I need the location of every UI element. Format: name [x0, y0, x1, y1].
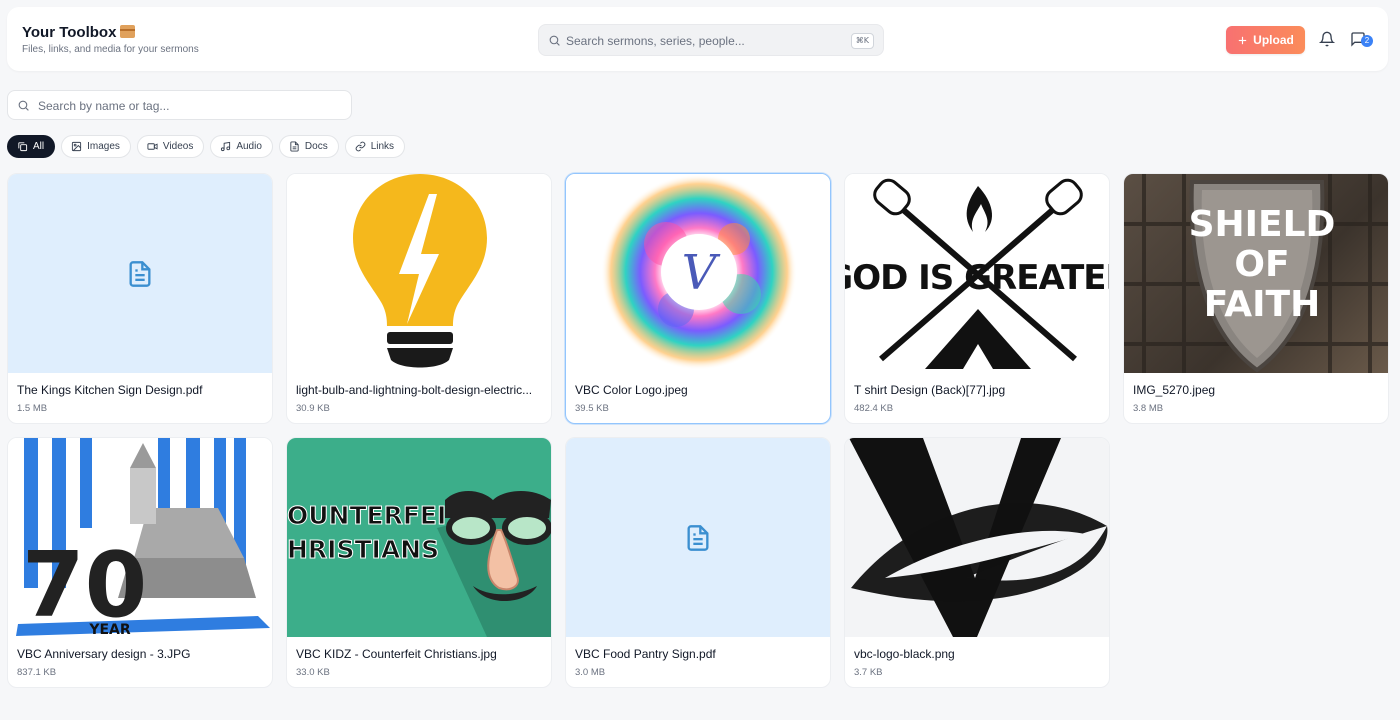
- file-text-icon: [290, 141, 299, 152]
- file-size: 33.0 KB: [296, 667, 330, 678]
- file-name: light-bulb-and-lightning-bolt-design-ele…: [296, 383, 533, 397]
- messages-count-badge: 2: [1361, 35, 1373, 47]
- file-thumbnail: V: [566, 174, 830, 373]
- file-name: T shirt Design (Back)[77].jpg: [854, 383, 1006, 397]
- file-thumbnail: [566, 438, 830, 637]
- file-size: 39.5 KB: [575, 403, 609, 414]
- file-card[interactable]: 70 YEAR VBC Anniversary design - 3.JPG 8…: [7, 437, 273, 688]
- file-card[interactable]: OUNTERFEIT HRISTIANS VBC KIDZ - Counterf…: [286, 437, 552, 688]
- page-title: Your Toolbox: [22, 24, 136, 41]
- file-card[interactable]: SHIELD OF FAITH IMG_5270.jpeg 3.8 MB: [1123, 173, 1389, 424]
- file-size: 3.0 MB: [575, 667, 606, 678]
- filter-images[interactable]: Images: [61, 135, 131, 158]
- file-thumbnail: GOD IS GREATER: [845, 174, 1109, 373]
- top-header: Your Toolbox Files, links, and media for…: [7, 7, 1388, 71]
- file-text-icon: [687, 524, 709, 551]
- shield-of-faith-image: SHIELD OF FAITH: [1124, 174, 1388, 373]
- file-thumbnail: 70 YEAR: [8, 438, 272, 637]
- library-search-input[interactable]: Search by name or tag...: [7, 90, 352, 120]
- file-name: The Kings Kitchen Sign Design.pdf: [17, 383, 203, 397]
- file-name: VBC Food Pantry Sign.pdf: [575, 647, 716, 661]
- thumb-caption: HRISTIANS: [287, 535, 439, 564]
- link-icon: [355, 141, 365, 152]
- lightbulb-image: [353, 174, 487, 368]
- search-icon: [549, 35, 560, 46]
- video-icon: [147, 143, 158, 150]
- counterfeit-christians-image: OUNTERFEIT HRISTIANS: [287, 490, 551, 637]
- library-search-placeholder: Search by name or tag...: [38, 99, 170, 113]
- thumb-caption: GOD IS GREATER: [845, 258, 1109, 298]
- search-shortcut-badge: ⌘K: [850, 33, 874, 49]
- file-size: 3.7 KB: [854, 667, 883, 678]
- file-grid: The Kings Kitchen Sign Design.pdf 1.5 MB…: [7, 173, 1389, 688]
- file-size: 837.1 KB: [17, 667, 57, 678]
- file-text-icon: [129, 260, 151, 287]
- vbc-logo-black-image: [849, 438, 1108, 637]
- plus-icon: [1238, 36, 1247, 44]
- bell-icon[interactable]: [1319, 31, 1335, 47]
- page-subtitle: Files, links, and media for your sermons: [22, 44, 199, 55]
- svg-text:V: V: [682, 245, 721, 301]
- file-thumbnail: [845, 438, 1109, 637]
- file-card[interactable]: The Kings Kitchen Sign Design.pdf 1.5 MB: [7, 173, 273, 424]
- thumb-caption: OUNTERFEIT: [287, 501, 463, 530]
- thumb-caption: SHIELD: [1189, 204, 1336, 245]
- search-icon: [18, 100, 29, 111]
- file-thumbnail: SHIELD OF FAITH: [1124, 174, 1388, 373]
- file-size: 3.8 MB: [1133, 403, 1164, 414]
- file-name: VBC KIDZ - Counterfeit Christians.jpg: [296, 647, 497, 661]
- copy-icon: [18, 142, 28, 152]
- file-card[interactable]: light-bulb-and-lightning-bolt-design-ele…: [286, 173, 552, 424]
- package-emoji-icon: [120, 25, 136, 38]
- tshirt-design-image: GOD IS GREATER: [845, 178, 1109, 369]
- file-card[interactable]: VBC Food Pantry Sign.pdf 3.0 MB: [565, 437, 831, 688]
- file-card-selected[interactable]: V VBC Color Logo.jpeg 39.5 KB: [565, 173, 831, 424]
- filter-docs[interactable]: Docs: [278, 135, 339, 158]
- file-name: IMG_5270.jpeg: [1133, 383, 1216, 397]
- file-thumbnail: OUNTERFEIT HRISTIANS: [287, 438, 551, 637]
- file-card[interactable]: vbc-logo-black.png 3.7 KB: [844, 437, 1110, 688]
- global-search-input[interactable]: Search sermons, series, people... ⌘K: [538, 24, 884, 56]
- global-search-placeholder: Search sermons, series, people...: [566, 34, 745, 48]
- color-logo-image: V: [601, 174, 797, 370]
- upload-button[interactable]: Upload: [1226, 26, 1305, 54]
- file-size: 1.5 MB: [17, 403, 48, 414]
- file-name: vbc-logo-black.png: [854, 647, 955, 661]
- filter-chips: All Images Videos Audio Docs Links: [7, 135, 406, 158]
- file-name: VBC Color Logo.jpeg: [575, 383, 688, 397]
- filter-all[interactable]: All: [7, 135, 56, 158]
- file-name: VBC Anniversary design - 3.JPG: [17, 647, 191, 661]
- music-icon: [221, 141, 231, 152]
- file-size: 482.4 KB: [854, 403, 894, 414]
- filter-videos[interactable]: Videos: [136, 135, 205, 158]
- anniversary-design-image: 70 YEAR: [16, 438, 270, 637]
- image-icon: [72, 141, 82, 152]
- thumb-caption: YEAR: [88, 622, 131, 637]
- file-size: 30.9 KB: [296, 403, 330, 414]
- filter-links[interactable]: Links: [344, 135, 406, 158]
- filter-audio[interactable]: Audio: [210, 135, 273, 158]
- thumb-caption: OF: [1234, 244, 1289, 285]
- file-thumbnail: [287, 174, 551, 373]
- thumb-caption: FAITH: [1204, 284, 1320, 325]
- file-thumbnail: [8, 174, 272, 373]
- file-card[interactable]: GOD IS GREATER T shirt Design (Back)[77]…: [844, 173, 1110, 424]
